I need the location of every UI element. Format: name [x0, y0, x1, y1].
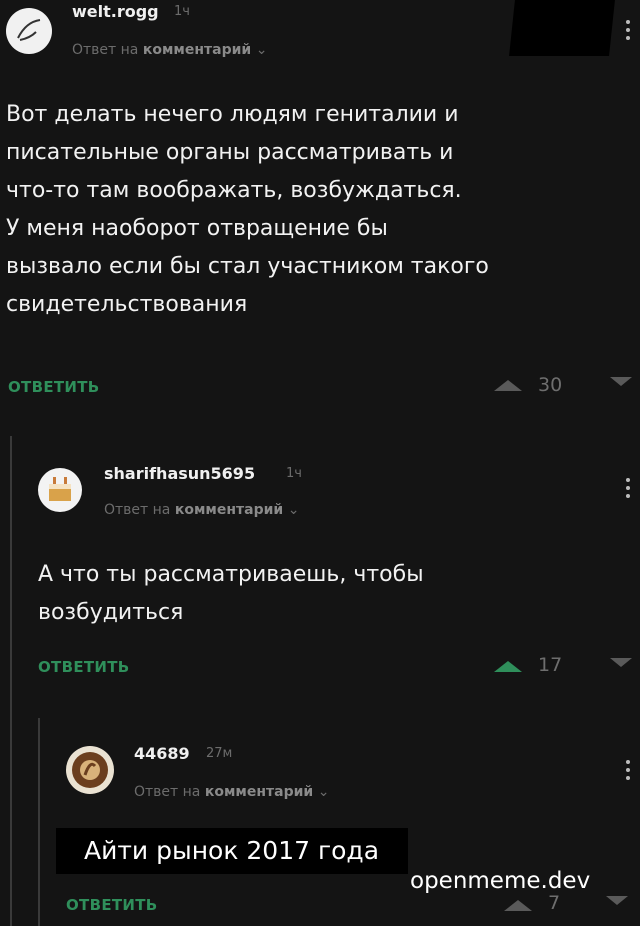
thread-line: [38, 718, 40, 926]
comment-text-line: У меня наоборот отвращение бы: [6, 216, 388, 241]
downvote-icon[interactable]: [610, 658, 632, 667]
comment-time: 1ч: [286, 466, 302, 481]
comment-text-line: свидетельствования: [6, 292, 248, 317]
avatar-cake-icon: [49, 477, 71, 501]
reply-to-prefix: Ответ на: [134, 784, 201, 800]
reply-to-label: комментарий: [204, 784, 314, 800]
comment-text-line: вызвало если бы стал участником такого: [6, 254, 489, 279]
username[interactable]: 44689: [134, 744, 190, 763]
chevron-down-icon: ⌄: [287, 502, 300, 518]
reply-button[interactable]: ОТВЕТИТЬ: [38, 658, 130, 676]
comment-text: А что ты рассматриваешь, чтобы возбудить…: [38, 556, 628, 632]
avatar[interactable]: [6, 8, 52, 54]
upvote-icon[interactable]: [494, 661, 522, 672]
reply-button[interactable]: ОТВЕТИТЬ: [8, 378, 100, 396]
chevron-down-icon: ⌄: [317, 784, 330, 800]
upvote-icon[interactable]: [504, 900, 532, 911]
comment-time: 27м: [206, 746, 233, 761]
comment-text-line: Вот делать нечего людям гениталии и: [6, 102, 459, 127]
avatar[interactable]: [38, 468, 82, 512]
reply-to-label: комментарий: [142, 42, 252, 58]
more-options-icon[interactable]: [626, 760, 630, 780]
comment-text: Вот делать нечего людям гениталии и писа…: [6, 96, 631, 324]
username[interactable]: welt.rogg: [72, 2, 159, 21]
reply-to-link[interactable]: Ответ на комментарий ⌄: [104, 502, 299, 518]
score: 7: [548, 892, 561, 914]
downvote-icon[interactable]: [610, 377, 632, 386]
score: 30: [538, 374, 563, 396]
comment-text-line: что-то там воображать, возбуждаться.: [6, 178, 462, 203]
avatar-sketch-icon: [17, 19, 41, 41]
reply-to-prefix: Ответ на: [72, 42, 139, 58]
comment-text-line: возбудиться: [38, 600, 184, 625]
downvote-icon[interactable]: [606, 896, 628, 905]
score: 17: [538, 654, 563, 676]
reply-button[interactable]: ОТВЕТИТЬ: [66, 896, 158, 914]
watermark: openmeme.dev: [410, 868, 591, 894]
thread-line: [10, 436, 12, 926]
reply-to-link[interactable]: Ответ на комментарий ⌄: [134, 784, 329, 800]
meme-caption: Айти рынок 2017 года: [56, 828, 408, 874]
reply-to-label: комментарий: [174, 502, 284, 518]
username[interactable]: sharifhasun5695: [104, 464, 255, 483]
reply-to-link[interactable]: Ответ на комментарий ⌄: [72, 42, 267, 58]
avatar[interactable]: [66, 746, 114, 794]
more-options-icon[interactable]: [626, 20, 630, 40]
chevron-down-icon: ⌄: [255, 42, 268, 58]
upvote-icon[interactable]: [494, 380, 522, 391]
comment-text-line: писательные органы рассматривать и: [6, 140, 454, 165]
avatar-emblem-icon: [72, 752, 108, 788]
comment-text-line: А что ты рассматриваешь, чтобы: [38, 562, 424, 587]
more-options-icon[interactable]: [626, 478, 630, 498]
scribble-overlay: [509, 0, 615, 56]
reply-to-prefix: Ответ на: [104, 502, 171, 518]
comment-time: 1ч: [174, 4, 190, 19]
